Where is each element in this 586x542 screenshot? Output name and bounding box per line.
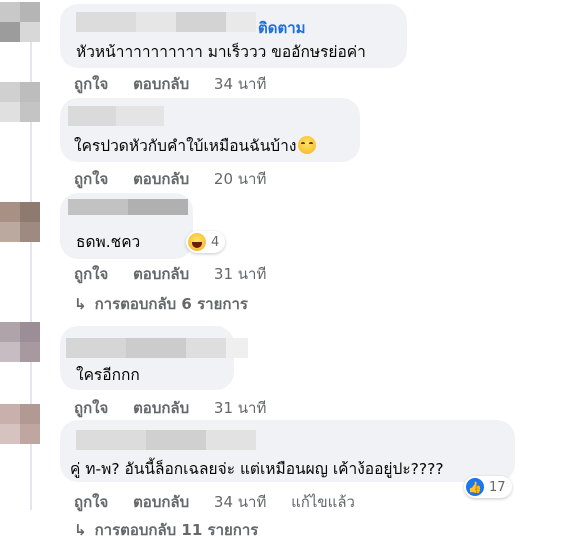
timestamp[interactable]: 20 นาที bbox=[214, 167, 266, 191]
avatar[interactable] bbox=[0, 202, 40, 242]
comment-actions: ถูกใจ ตอบกลับ 31 นาที bbox=[74, 262, 266, 286]
comment-bubble: คู่ ท-พ? อันนี้ล็อกเฉลยจ่ะ แต่เหมือนผญ เ… bbox=[60, 420, 515, 482]
avatar[interactable] bbox=[0, 322, 40, 362]
reply-arrow-icon: ↳ bbox=[74, 295, 87, 313]
blurred-author-name[interactable] bbox=[66, 338, 248, 358]
blurred-author-name[interactable] bbox=[76, 12, 256, 32]
comment-text: ใครอีกกก bbox=[76, 366, 140, 384]
comment-text: ใครปวดหัวกับคำใบ้เหมือนฉันบ้าง bbox=[74, 133, 317, 158]
avatar[interactable] bbox=[0, 404, 40, 444]
comment-bubble: ใครปวดหัวกับคำใบ้เหมือนฉันบ้าง bbox=[60, 98, 360, 162]
comment-bubble: ติดตาม หัวหน้าาาาาาาาาา มาเร็ววว ขออักษร… bbox=[60, 4, 407, 68]
grinning-sweat-emoji-icon bbox=[298, 136, 317, 154]
comment-actions: ถูกใจ ตอบกลับ 34 นาที แก้ไขแล้ว bbox=[74, 490, 355, 514]
comment-text: ธดพ.ชคว bbox=[76, 233, 141, 251]
reaction-count-text: 4 bbox=[211, 234, 220, 250]
timestamp[interactable]: 34 นาที bbox=[214, 72, 266, 96]
avatar[interactable] bbox=[0, 82, 40, 122]
avatar[interactable] bbox=[0, 2, 40, 42]
like-button[interactable]: ถูกใจ bbox=[74, 167, 108, 191]
blurred-author-name[interactable] bbox=[76, 430, 256, 450]
reply-button[interactable]: ตอบกลับ bbox=[133, 167, 189, 191]
replies-count-label: การตอบกลับ 6 รายการ bbox=[94, 295, 248, 313]
view-replies-link[interactable]: ↳ การตอบกลับ 11 รายการ bbox=[74, 518, 258, 542]
like-button[interactable]: ถูกใจ bbox=[74, 72, 108, 96]
comment-text: คู่ ท-พ? อันนี้ล็อกเฉลยจ่ะ แต่เหมือนผญ เ… bbox=[70, 460, 444, 478]
comment-text-content: ใครปวดหัวกับคำใบ้เหมือนฉันบ้าง bbox=[74, 137, 297, 155]
blurred-author-name[interactable] bbox=[68, 199, 188, 215]
comment-actions: ถูกใจ ตอบกลับ 34 นาที bbox=[74, 72, 266, 96]
comment-bubble: ธดพ.ชคว bbox=[60, 193, 193, 259]
comment-actions: ถูกใจ ตอบกลับ 20 นาที bbox=[74, 167, 266, 191]
view-replies-link[interactable]: ↳ การตอบกลับ 6 รายการ bbox=[74, 292, 248, 316]
timestamp[interactable]: 31 นาที bbox=[214, 396, 266, 420]
timestamp[interactable]: 31 นาที bbox=[214, 262, 266, 286]
reaction-count[interactable]: 4 bbox=[186, 231, 226, 253]
like-button[interactable]: ถูกใจ bbox=[74, 396, 108, 420]
comment-text: หัวหน้าาาาาาาาาา มาเร็ววว ขออักษรย่อค่า bbox=[76, 43, 366, 61]
like-button[interactable]: ถูกใจ bbox=[74, 262, 108, 286]
replies-count-label: การตอบกลับ 11 รายการ bbox=[94, 521, 259, 539]
reaction-count[interactable]: 👍 17 bbox=[464, 476, 512, 498]
haha-reaction-icon bbox=[188, 233, 206, 251]
reply-arrow-icon: ↳ bbox=[74, 521, 87, 539]
reaction-count-text: 17 bbox=[489, 479, 506, 495]
blurred-author-name[interactable] bbox=[68, 106, 164, 126]
edited-label[interactable]: แก้ไขแล้ว bbox=[291, 490, 355, 514]
comment-bubble: ใครอีกกก bbox=[60, 326, 248, 390]
timestamp[interactable]: 34 นาที bbox=[214, 490, 266, 514]
comment-actions: ถูกใจ ตอบกลับ 31 นาที bbox=[74, 396, 266, 420]
reply-button[interactable]: ตอบกลับ bbox=[133, 396, 189, 420]
like-button[interactable]: ถูกใจ bbox=[74, 490, 108, 514]
reply-button[interactable]: ตอบกลับ bbox=[133, 262, 189, 286]
reply-button[interactable]: ตอบกลับ bbox=[133, 490, 189, 514]
reply-button[interactable]: ตอบกลับ bbox=[133, 72, 189, 96]
like-reaction-icon: 👍 bbox=[466, 478, 484, 496]
follow-link[interactable]: ติดตาม bbox=[258, 16, 306, 40]
